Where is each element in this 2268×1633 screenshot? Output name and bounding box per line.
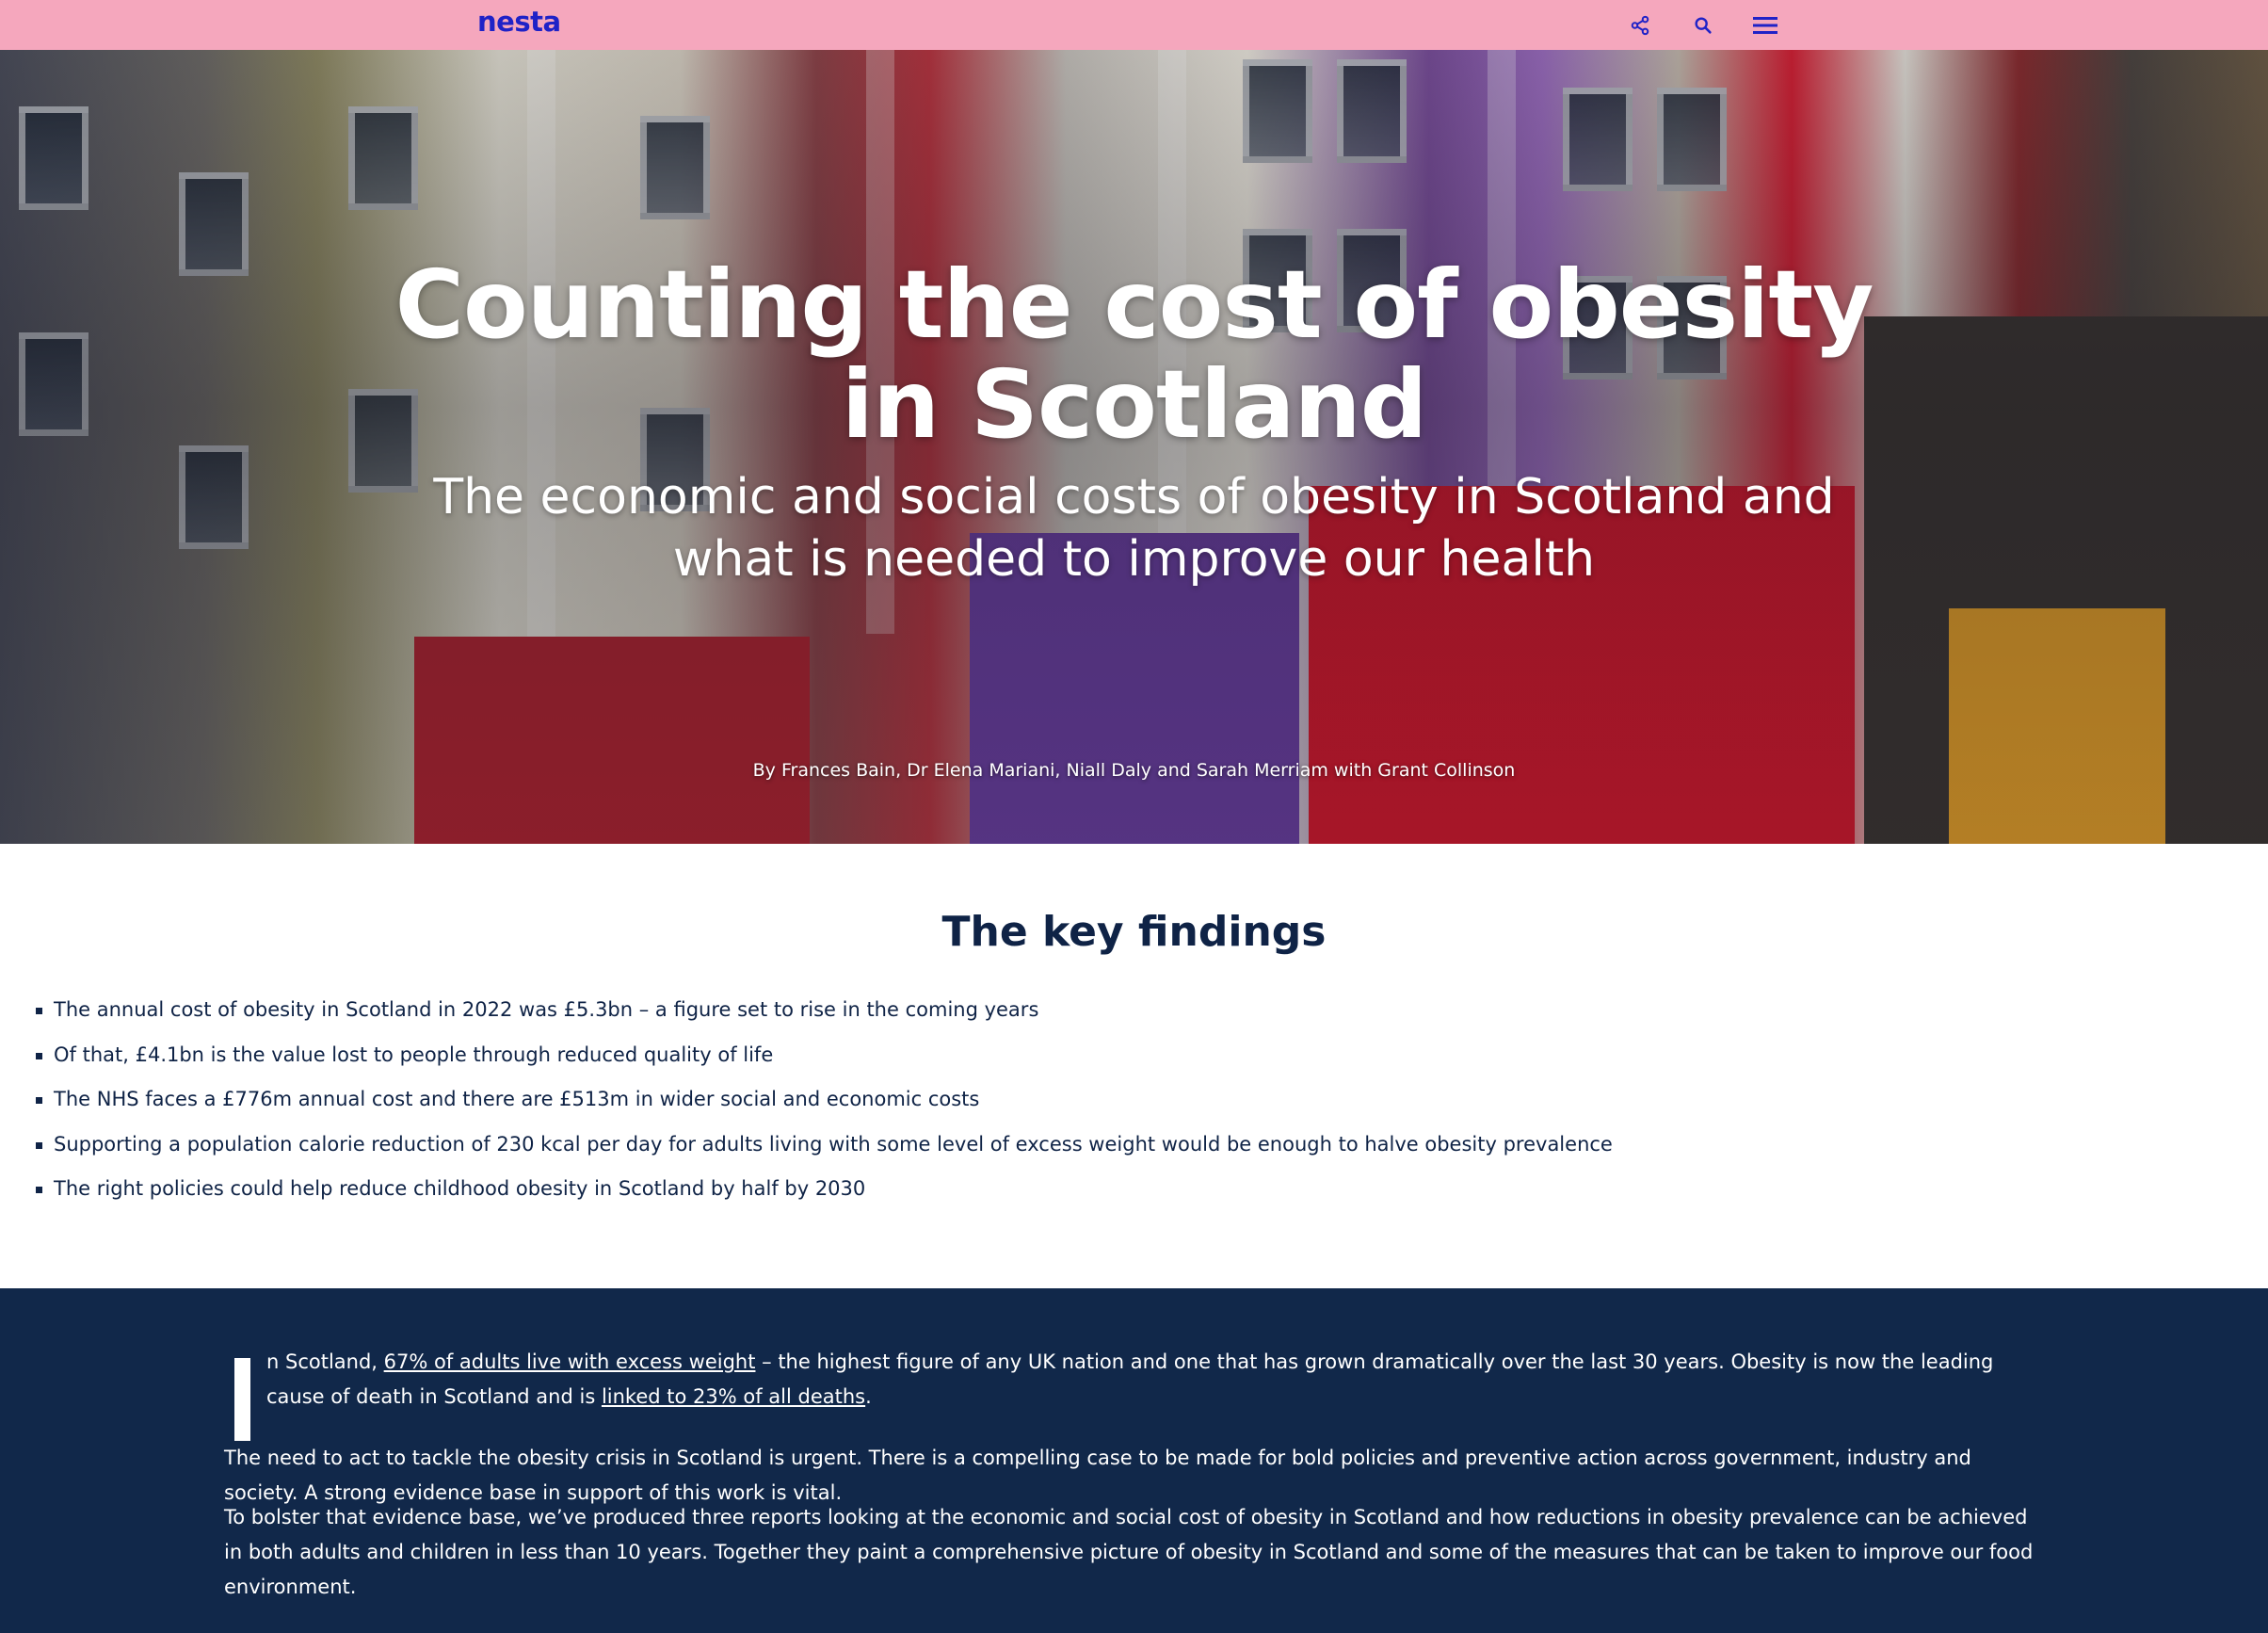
page-subtitle-line: The economic and social costs of obesity… [433, 469, 1835, 525]
share-button[interactable] [1620, 6, 1660, 45]
page-title-line: in Scotland [841, 349, 1428, 460]
list-item: Supporting a population calorie reductio… [36, 1123, 1613, 1168]
search-icon [1695, 17, 1712, 34]
page-subtitle-line: what is needed to improve our health [672, 531, 1596, 588]
search-button[interactable] [1683, 6, 1723, 45]
body-paragraph: To bolster that evidence base, we’ve pro… [224, 1506, 2034, 1598]
list-item: The annual cost of obesity in Scotland i… [36, 988, 1613, 1033]
menu-button[interactable] [1745, 6, 1785, 45]
nesta-logo[interactable]: nesta [477, 6, 561, 38]
list-item: The right policies could help reduce chi… [36, 1167, 1613, 1212]
list-item: Of that, £4.1bn is the value lost to peo… [36, 1033, 1613, 1078]
hero-banner: Counting the cost of obesity in Scotland… [0, 50, 2268, 844]
intro-paragraph: n Scotland, 67% of adults live with exce… [266, 1345, 2046, 1415]
page-title: Counting the cost of obesity in Scotland [0, 255, 2268, 455]
list-item: The NHS faces a £776m annual cost and th… [36, 1077, 1613, 1123]
key-findings-list: The annual cost of obesity in Scotland i… [36, 988, 1613, 1212]
author-byline: By Frances Bain, Dr Elena Mariani, Niall… [752, 760, 1516, 781]
key-findings-section: The key findings The annual cost of obes… [0, 844, 2268, 1288]
paragraph-text: n Scotland, [266, 1350, 384, 1373]
paragraph-text: . [865, 1385, 872, 1408]
excess-weight-link[interactable]: 67% of adults live with excess weight [384, 1350, 756, 1373]
drop-cap-letter [234, 1358, 250, 1441]
deaths-link[interactable]: linked to 23% of all deaths [602, 1385, 865, 1408]
share-icon [1631, 15, 1649, 36]
page-title-line: Counting the cost of obesity [394, 250, 1874, 360]
top-navigation-bar: nesta [0, 0, 2268, 50]
page-subtitle: The economic and social costs of obesity… [0, 466, 2268, 590]
menu-icon [1753, 17, 1777, 34]
article-body: n Scotland, 67% of adults live with exce… [0, 1288, 2268, 1633]
key-findings-heading: The key findings [941, 908, 1327, 956]
